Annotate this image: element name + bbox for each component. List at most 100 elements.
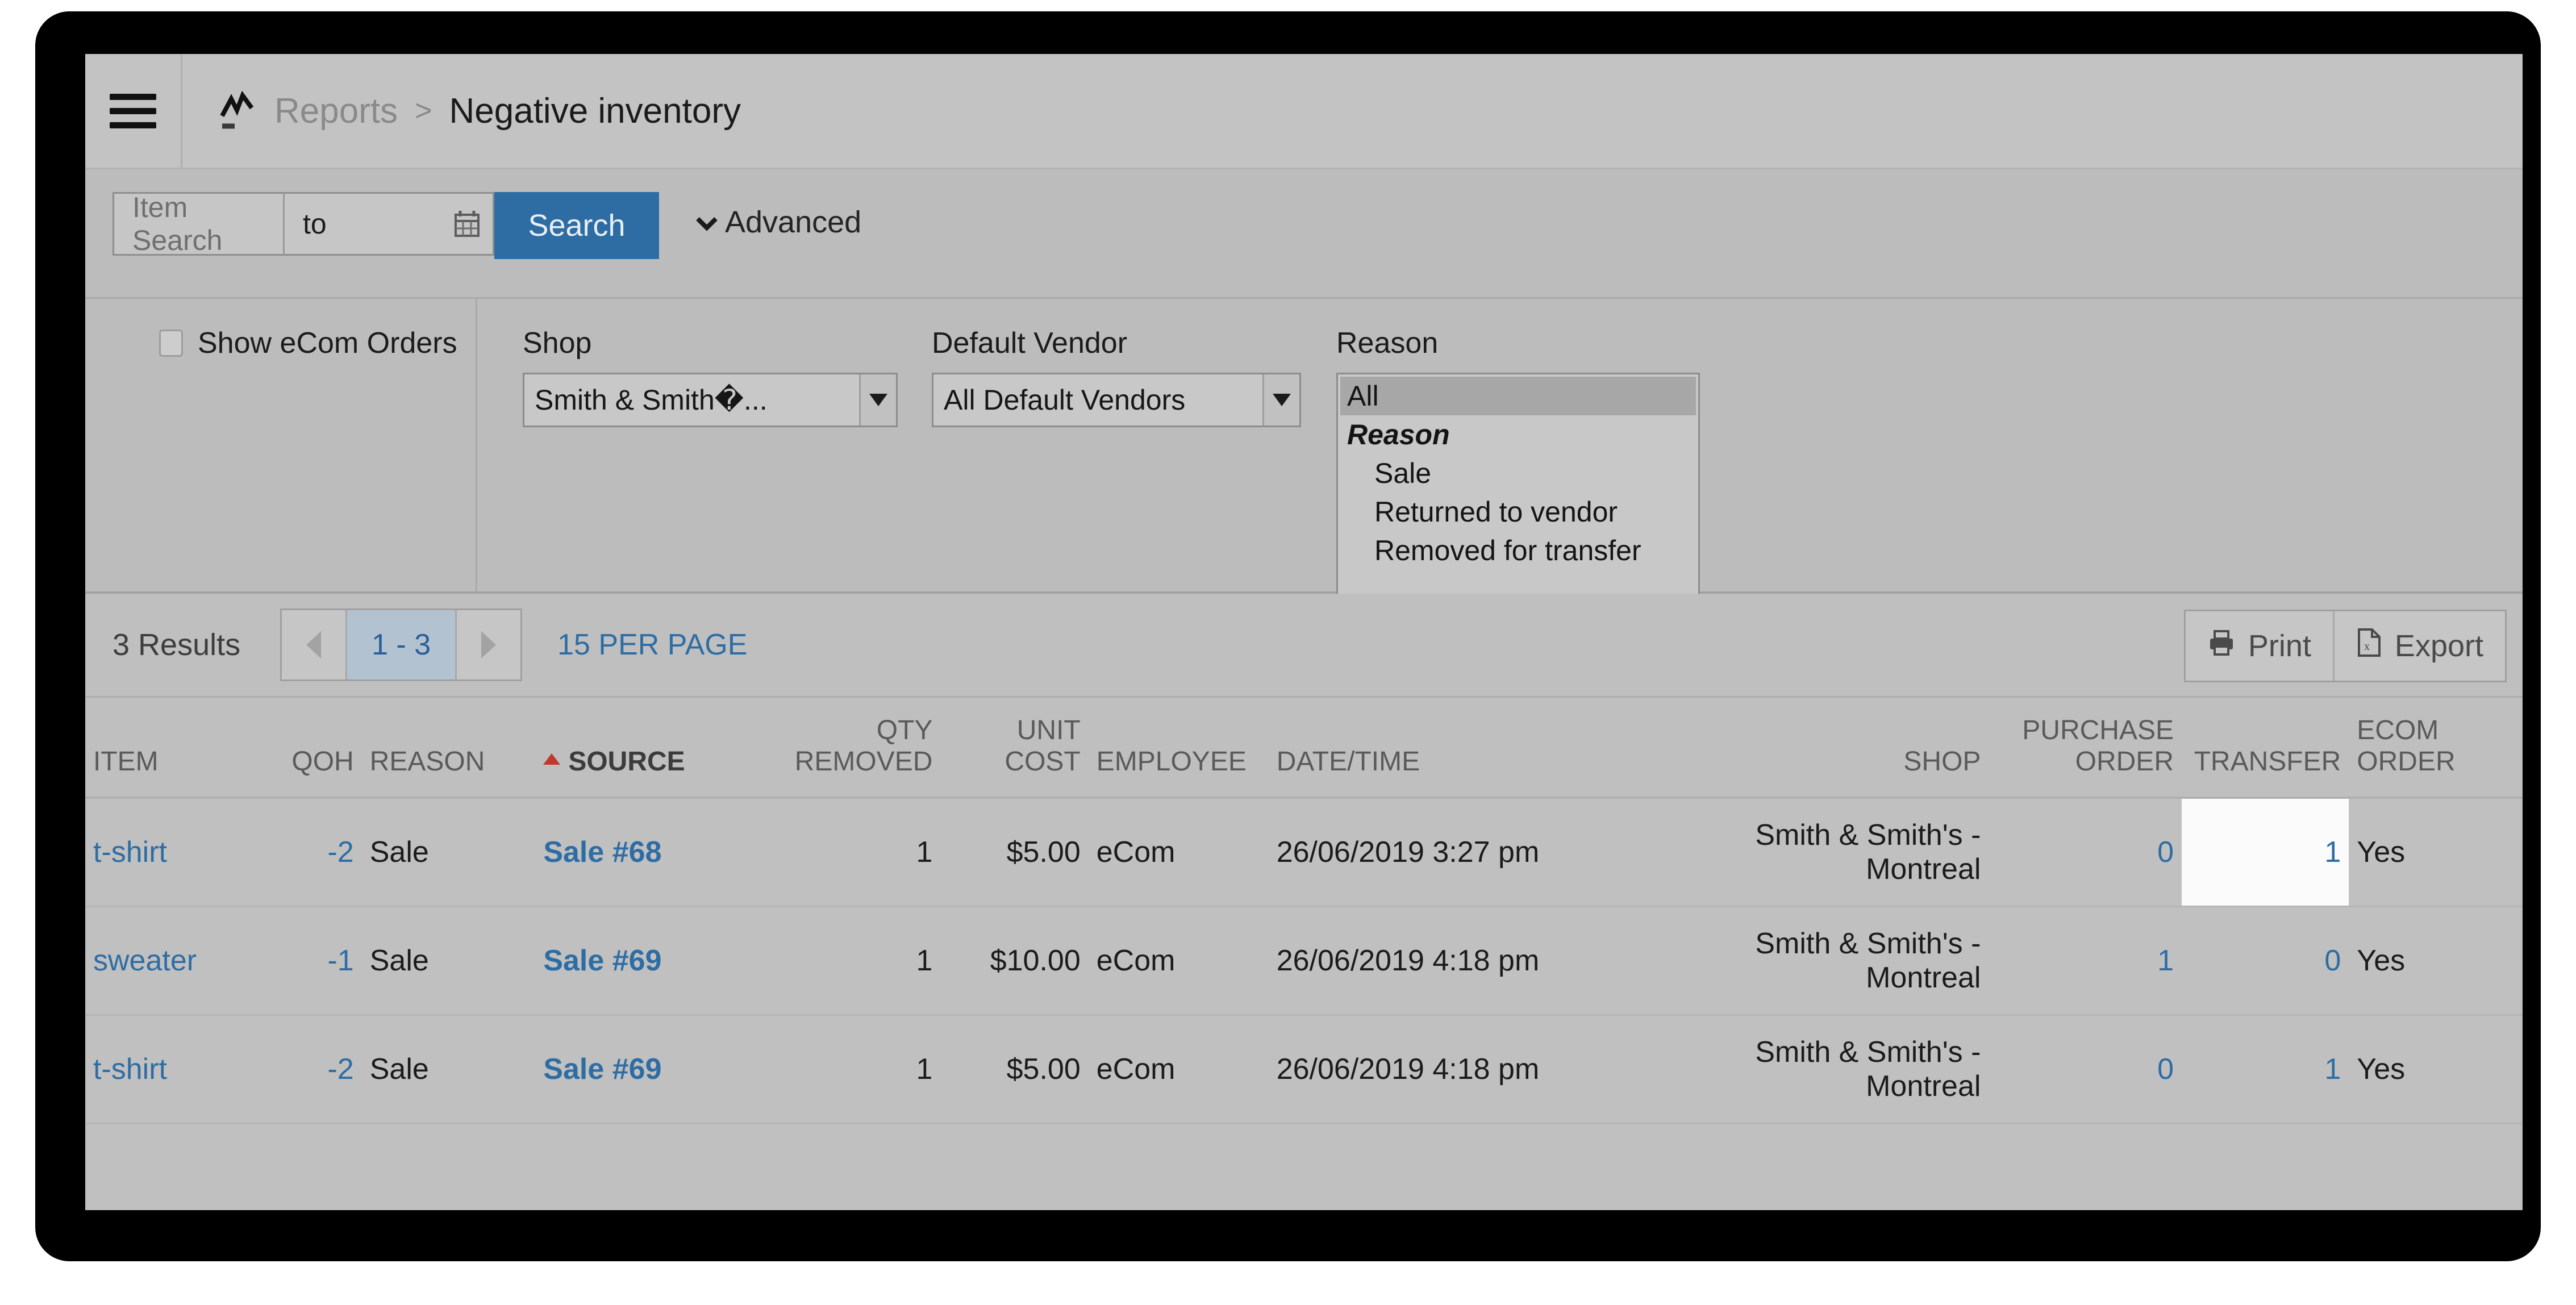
cell-unit-cost-value: $5.00 <box>1006 836 1081 869</box>
cell-purchase-order-value[interactable]: 1 <box>2157 944 2174 977</box>
next-page-button[interactable] <box>455 610 521 679</box>
cell-shop: Smith & Smith's - Montreal <box>1654 1015 1989 1124</box>
page-range-indicator[interactable]: 1 - 3 <box>347 610 456 679</box>
device-bezel: Reports > Negative inventory Item Search… <box>35 11 2541 1261</box>
cell-source[interactable]: Sale #69 <box>535 906 741 1016</box>
reason-option[interactable]: Returned to vendor <box>1340 493 1696 531</box>
cell-qoh[interactable]: -2 <box>265 1015 362 1124</box>
reason-option[interactable]: Removed for transfer <box>1340 531 1696 570</box>
cell-qty-removed: 1 <box>741 798 941 907</box>
cell-transfer[interactable]: 0 <box>2181 906 2349 1016</box>
cell-source-value[interactable]: Sale #69 <box>543 1053 661 1086</box>
column-header-ecom-order[interactable]: ECOM ORDER <box>2349 698 2523 799</box>
column-header-label: ECOM ORDER <box>2357 715 2456 777</box>
print-button[interactable]: Print <box>2185 611 2335 681</box>
table-row[interactable]: t-shirt -2 Sale Sale #69 1 $5.00 eCom 26/06/201… <box>85 1015 2523 1124</box>
show-ecom-orders-checkbox[interactable]: Show eCom Orders <box>159 326 476 360</box>
advanced-search-toggle[interactable]: Advanced <box>694 205 861 240</box>
search-button[interactable]: Search <box>494 192 659 259</box>
hamburger-menu-button[interactable] <box>85 54 182 168</box>
shop-selected-value: Smith & Smith�... <box>535 384 768 416</box>
chevron-down-icon[interactable] <box>1262 374 1299 426</box>
cell-item[interactable]: t-shirt <box>85 1015 265 1124</box>
default-vendor-select[interactable]: All Default Vendors <box>932 373 1301 427</box>
column-header-item[interactable]: ITEM <box>85 698 265 799</box>
reason-option[interactable]: Sale <box>1340 454 1696 493</box>
cell-source[interactable]: Sale #68 <box>535 798 741 907</box>
column-header-label: DATE/TIME <box>1276 747 1420 777</box>
cell-transfer-value[interactable]: 0 <box>2324 944 2341 977</box>
date-range-value: to <box>303 208 327 240</box>
cell-source-value[interactable]: Sale #68 <box>543 836 661 869</box>
column-header-qoh[interactable]: QOH <box>265 698 362 799</box>
cell-transfer[interactable]: 1 <box>2181 1015 2349 1124</box>
cell-employee-value: eCom <box>1096 944 1176 977</box>
date-range-input[interactable]: to <box>283 192 494 256</box>
calendar-icon[interactable] <box>454 210 480 238</box>
cell-qoh-value[interactable]: -2 <box>327 1053 353 1086</box>
cell-purchase-order[interactable]: 0 <box>1989 798 2182 907</box>
print-label: Print <box>2248 629 2311 663</box>
cell-qoh[interactable]: -1 <box>265 906 362 1016</box>
cell-purchase-order[interactable]: 1 <box>1989 906 2182 1016</box>
cell-purchase-order[interactable]: 0 <box>1989 1015 2182 1124</box>
column-header-date-time[interactable]: DATE/TIME <box>1268 698 1654 799</box>
cell-source[interactable]: Sale #69 <box>535 1015 741 1124</box>
item-search-input[interactable]: Item Search <box>112 191 283 256</box>
cell-reason-value: Sale <box>369 836 429 869</box>
cell-datetime: 26/06/2019 3:27 pm <box>1268 798 1654 907</box>
column-header-label: REASON <box>369 747 485 777</box>
cell-item[interactable]: t-shirt <box>85 798 265 907</box>
cell-unit-cost-value: $10.00 <box>990 944 1081 977</box>
cell-ecom-order: Yes <box>2349 1015 2523 1124</box>
table-header-row: ITEM QOH REASON SOURCE QTY REMOVED UNIT COST E… <box>85 698 2523 799</box>
cell-qoh-value[interactable]: -2 <box>327 836 353 869</box>
column-header-reason[interactable]: REASON <box>361 698 536 799</box>
column-header-label: TRANSFER <box>2194 747 2341 777</box>
cell-qty-removed: 1 <box>741 906 941 1016</box>
column-header-label: QTY REMOVED <box>794 715 933 777</box>
cell-qoh-value[interactable]: -1 <box>327 944 353 977</box>
cell-datetime: 26/06/2019 4:18 pm <box>1268 906 1654 1016</box>
column-header-transfer[interactable]: TRANSFER <box>2181 698 2349 799</box>
cell-item-value[interactable]: sweater <box>93 944 197 977</box>
cell-item-value[interactable]: t-shirt <box>93 1053 167 1086</box>
cell-qoh[interactable]: -2 <box>265 798 362 907</box>
pagination: 1 - 3 <box>280 608 523 681</box>
cell-transfer[interactable]: 1 <box>2181 798 2349 907</box>
column-header-source[interactable]: SOURCE <box>535 698 741 799</box>
column-header-label: QOH <box>291 747 354 777</box>
reason-label: Reason <box>1336 327 1439 360</box>
per-page-selector[interactable]: 15 PER PAGE <box>557 628 747 662</box>
advanced-label: Advanced <box>725 205 862 239</box>
column-header-employee[interactable]: EMPLOYEE <box>1088 698 1269 799</box>
cell-qty-removed: 1 <box>741 1015 941 1124</box>
cell-transfer-value[interactable]: 1 <box>2324 836 2341 869</box>
shop-select[interactable]: Smith & Smith�... <box>523 373 898 427</box>
cell-item-value[interactable]: t-shirt <box>93 836 167 869</box>
hamburger-icon <box>110 86 156 136</box>
column-header-qty-removed[interactable]: QTY REMOVED <box>741 698 941 799</box>
export-button[interactable]: x Export <box>2334 611 2505 681</box>
column-header-label: EMPLOYEE <box>1096 747 1247 777</box>
table-row[interactable]: sweater -1 Sale Sale #69 1 $10.00 eCom 26/06/20… <box>85 906 2523 1016</box>
cell-shop-value: Smith & Smith's - Montreal <box>1755 927 1981 994</box>
checkbox-box[interactable] <box>159 330 183 357</box>
breadcrumb-link-reports[interactable]: Reports <box>274 91 398 131</box>
prev-page-button[interactable] <box>282 610 348 679</box>
cell-transfer-value[interactable]: 1 <box>2324 1053 2341 1086</box>
column-header-unit-cost[interactable]: UNIT COST <box>940 698 1089 799</box>
reason-option[interactable]: All <box>1340 377 1696 415</box>
chevron-down-icon[interactable] <box>859 374 896 426</box>
cell-purchase-order-value[interactable]: 0 <box>2157 1053 2174 1086</box>
cell-item[interactable]: sweater <box>85 906 265 1016</box>
reason-listbox[interactable]: All Reason Sale Returned to vendor Removed f… <box>1336 373 1700 600</box>
cell-source-value[interactable]: Sale #69 <box>543 944 661 977</box>
negative-inventory-table: ITEM QOH REASON SOURCE QTY REMOVED UNIT COST E… <box>85 698 2523 1124</box>
column-header-purchase-order[interactable]: PURCHASE ORDER <box>1989 698 2182 799</box>
cell-purchase-order-value[interactable]: 0 <box>2157 836 2174 869</box>
table-row[interactable]: t-shirt -2 Sale Sale #68 1 $5.00 eCom 26/06/201… <box>85 798 2523 907</box>
column-header-shop[interactable]: SHOP <box>1654 698 1989 799</box>
cell-datetime-value: 26/06/2019 4:18 pm <box>1276 944 1540 977</box>
chevron-down-icon <box>694 205 719 240</box>
